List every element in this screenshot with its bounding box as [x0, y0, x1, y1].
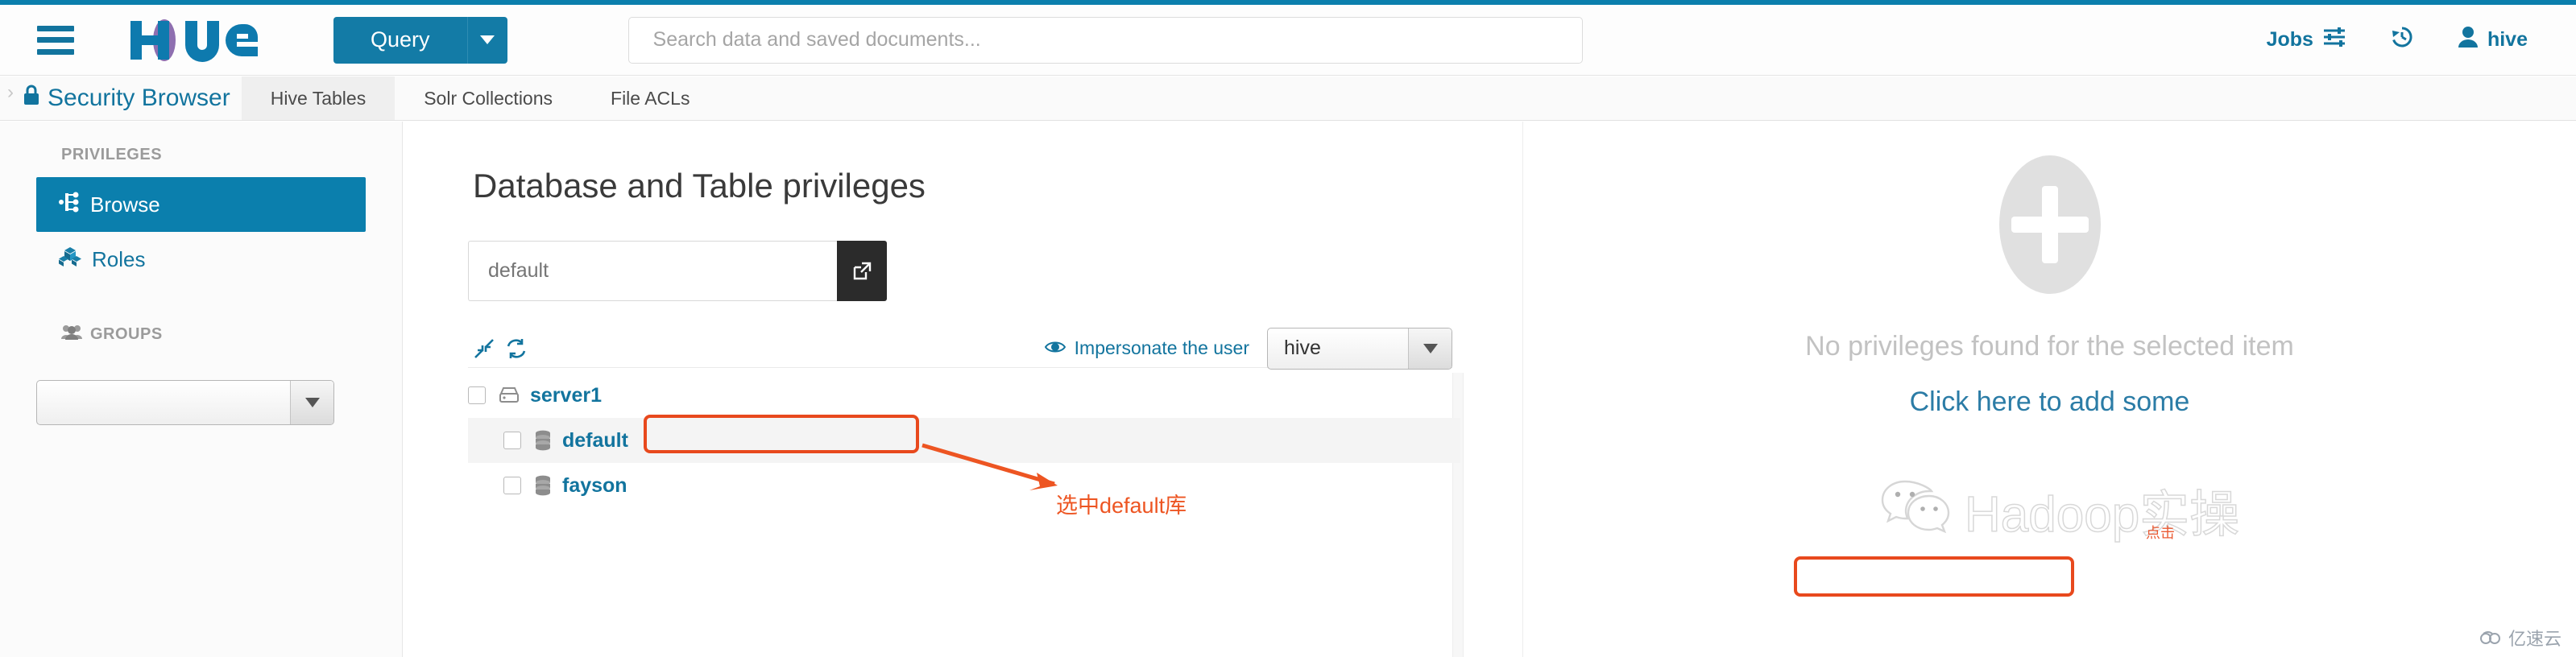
app-title[interactable]: Security Browser	[21, 76, 242, 120]
username-label: hive	[2487, 28, 2528, 51]
lock-icon	[23, 84, 40, 113]
table-row[interactable]: server1	[468, 373, 1507, 418]
collapse-arrows-icon[interactable]	[468, 338, 500, 359]
tree-node-label: fayson	[562, 473, 627, 497]
tree-node-label: default	[562, 428, 628, 452]
tree-node-label: server1	[530, 383, 602, 407]
search-input[interactable]	[627, 16, 1583, 64]
row-checkbox[interactable]	[503, 432, 521, 449]
page-title: Database and Table privileges	[473, 167, 926, 205]
impersonate-label: Impersonate the user	[1074, 337, 1249, 358]
add-privileges-link[interactable]: Click here to add some	[1910, 386, 2190, 418]
plus-circle-icon	[1998, 155, 2101, 294]
global-search[interactable]	[627, 16, 1583, 64]
jobs-button[interactable]: Jobs	[2267, 27, 2346, 53]
database-icon	[534, 430, 552, 451]
chevron-right-icon[interactable]: ›	[0, 76, 21, 120]
privileges-heading: PRIVILEGES	[61, 146, 163, 163]
tab-label: File ACLs	[611, 87, 690, 109]
app-header: Query Jobs	[0, 5, 2576, 76]
secondary-navbar: › Security Browser Hive Tables Solr Coll…	[0, 76, 2576, 121]
groups-select-value	[37, 381, 290, 424]
user-icon	[2458, 26, 2479, 54]
sliders-icon	[2322, 27, 2346, 53]
impersonate-user-select[interactable]: hive	[1267, 327, 1452, 370]
sidebar-item-browse[interactable]: Browse	[36, 177, 366, 232]
sidebar-item-label: Roles	[92, 246, 146, 271]
query-button-group[interactable]: Query	[333, 16, 507, 64]
tab-solr-collections[interactable]: Solr Collections	[395, 76, 582, 120]
header-actions: Jobs hive	[2267, 25, 2528, 55]
hamburger-icon[interactable]	[37, 25, 74, 55]
database-icon	[534, 475, 552, 496]
row-checkbox[interactable]	[503, 477, 521, 494]
empty-state-message: No privileges found for the selected ite…	[1805, 331, 2294, 362]
triangle-down-icon[interactable]	[1408, 328, 1452, 369]
refresh-icon[interactable]	[500, 338, 532, 359]
app-title-label: Security Browser	[48, 85, 230, 111]
database-search	[468, 241, 887, 301]
tab-label: Solr Collections	[424, 87, 553, 109]
annotation-label: 选中default库	[1056, 494, 1187, 518]
tab-file-acls[interactable]: File ACLs	[582, 76, 719, 120]
group-icon	[61, 324, 82, 345]
groups-heading-label: GROUPS	[90, 324, 163, 343]
impersonate-control: Impersonate the user hive	[1044, 327, 1452, 370]
external-link-icon[interactable]	[837, 241, 887, 301]
database-search-input[interactable]	[468, 241, 837, 301]
tree-toolbar: Impersonate the user hive	[468, 327, 1452, 370]
query-button[interactable]: Query	[333, 16, 467, 64]
chevron-down-icon[interactable]	[466, 16, 507, 64]
groups-heading: GROUPS	[0, 324, 402, 345]
impersonate-user-value: hive	[1284, 337, 1321, 359]
row-checkbox[interactable]	[468, 386, 486, 404]
empty-state-panel: No privileges found for the selected ite…	[1523, 122, 2576, 657]
history-button[interactable]	[2390, 25, 2414, 55]
main-content: Database and Table privileges default Im…	[404, 122, 2576, 657]
left-sidebar: PRIVILEGES Browse Roles GROUPS	[0, 122, 403, 657]
hue-logo[interactable]	[122, 16, 258, 64]
sidebar-item-label: Browse	[90, 192, 160, 217]
history-icon	[2390, 25, 2414, 55]
tab-hive-tables[interactable]: Hive Tables	[241, 76, 396, 120]
jobs-label: Jobs	[2266, 28, 2313, 51]
server-icon	[499, 386, 520, 404]
eye-icon	[1044, 337, 1066, 359]
groups-select[interactable]	[36, 380, 334, 425]
triangle-down-icon[interactable]	[290, 381, 333, 424]
sitemap-icon	[59, 192, 80, 218]
tab-label: Hive Tables	[270, 87, 367, 109]
sidebar-item-roles[interactable]: Roles	[36, 232, 366, 287]
impersonate-toggle[interactable]: Impersonate the user	[1044, 337, 1249, 359]
cubes-icon	[59, 246, 81, 273]
user-menu[interactable]: hive	[2458, 26, 2528, 54]
